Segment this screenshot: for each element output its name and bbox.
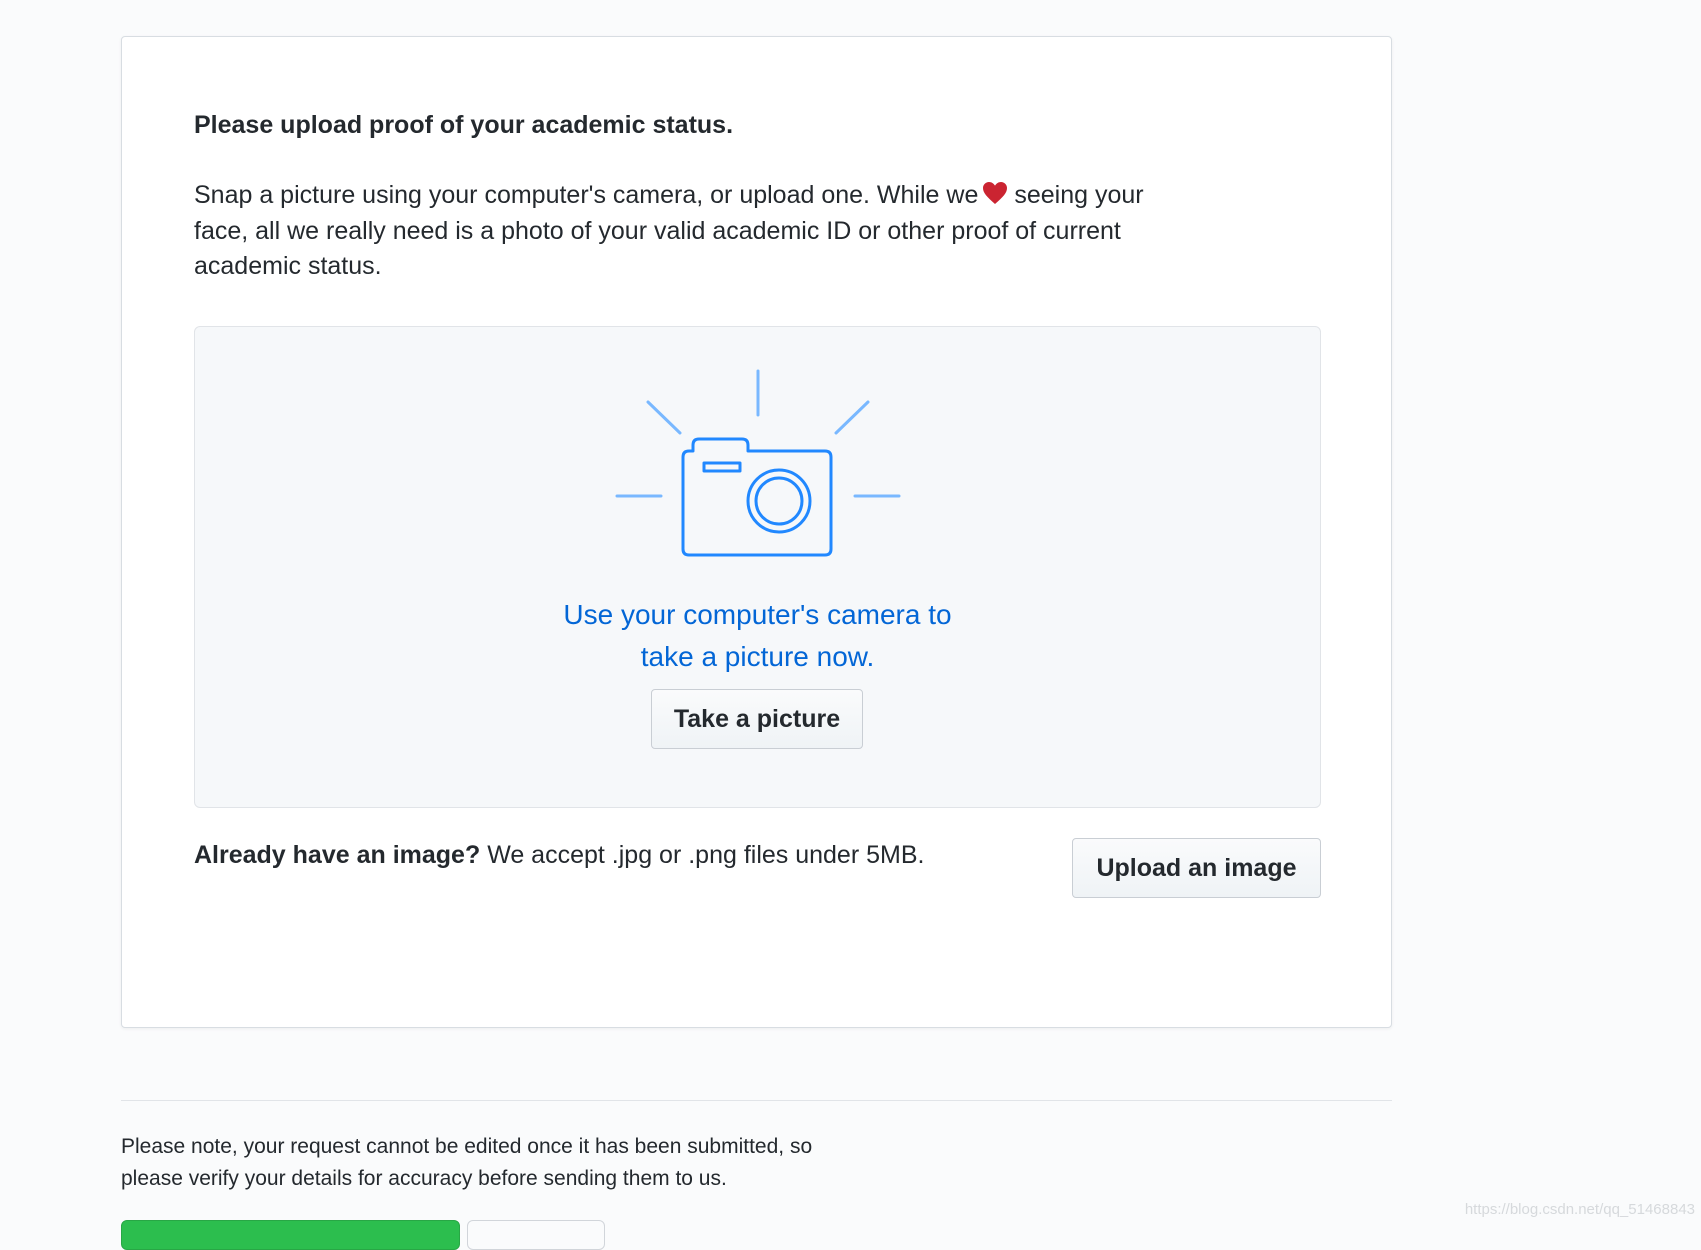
upload-image-button[interactable]: Upload an image [1072, 838, 1321, 898]
card-heading: Please upload proof of your academic sta… [194, 111, 734, 139]
cancel-button[interactable] [467, 1220, 605, 1250]
take-picture-button[interactable]: Take a picture [651, 689, 863, 749]
heart-icon [983, 182, 1008, 204]
section-divider [121, 1100, 1392, 1101]
camera-icon [615, 369, 901, 557]
watermark: https://blog.csdn.net/qq_51468843 [1464, 1201, 1695, 1218]
camera-capture-panel: Use your computer's camera to take a pic… [194, 326, 1321, 808]
intro-text-start: Snap a picture using your computer's cam… [194, 181, 979, 209]
camera-caption-line-2: take a picture now. [640, 641, 875, 672]
submit-button[interactable] [121, 1220, 460, 1250]
intro-paragraph: Snap a picture using your computer's cam… [194, 178, 1154, 285]
camera-caption: Use your computer's camera to take a pic… [195, 594, 1320, 678]
upload-hint-bold: Already have an image? [194, 841, 481, 869]
upload-hint-text: We accept .jpg or .png files under 5MB. [487, 841, 925, 869]
upload-proof-card: Please upload proof of your academic sta… [121, 36, 1392, 1028]
upload-hint: Already have an image? We accept .jpg or… [194, 841, 924, 870]
camera-caption-line-1: Use your computer's camera to [563, 599, 952, 630]
submission-note: Please note, your request cannot be edit… [121, 1135, 813, 1190]
